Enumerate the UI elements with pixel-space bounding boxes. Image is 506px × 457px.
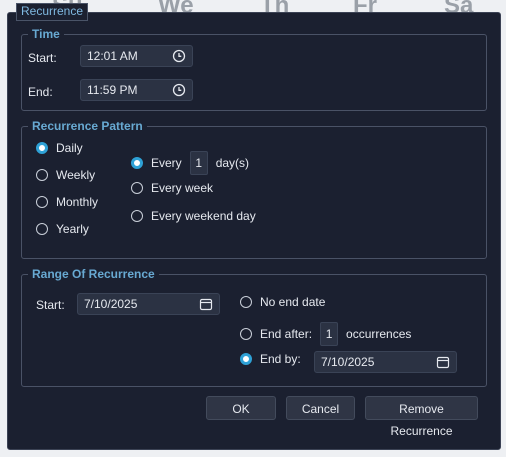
radio-end-by-circle[interactable]: [240, 353, 252, 365]
radio-weekly-circle[interactable]: [36, 169, 48, 181]
range-legend: Range Of Recurrence: [32, 267, 155, 281]
time-start-value: 12:01 AM: [87, 49, 138, 63]
radio-every-week[interactable]: Every week: [131, 181, 213, 195]
clock-icon[interactable]: [172, 49, 186, 63]
time-end-field[interactable]: 11:59 PM: [80, 79, 193, 101]
calendar-icon[interactable]: [199, 297, 213, 311]
radio-every-n-days[interactable]: Every 1 day(s): [131, 151, 249, 175]
every-days-input[interactable]: 1: [189, 151, 208, 175]
ok-button[interactable]: OK: [206, 396, 276, 420]
recurrence-dialog: Recurrence Time Start: 12:01 AM End: 11:…: [7, 3, 501, 450]
radio-every-weekend[interactable]: Every weekend day: [131, 209, 256, 223]
every-week-label: Every week: [151, 181, 214, 195]
dialog-title: Recurrence: [16, 3, 89, 21]
pattern-group: Recurrence Pattern: [21, 119, 487, 259]
radio-yearly-label: Yearly: [56, 222, 89, 236]
radio-yearly-circle[interactable]: [36, 223, 48, 235]
time-start-label: Start:: [28, 51, 57, 65]
clock-icon[interactable]: [172, 83, 186, 97]
radio-no-end-date[interactable]: No end date: [240, 295, 325, 309]
every-label: Every: [151, 156, 182, 170]
cancel-button[interactable]: Cancel: [286, 396, 355, 420]
end-by-date-field[interactable]: 7/10/2025: [314, 351, 457, 373]
calendar-icon[interactable]: [436, 355, 450, 369]
end-by-date-value: 7/10/2025: [321, 355, 375, 369]
radio-daily[interactable]: Daily: [36, 141, 83, 155]
time-legend: Time: [32, 27, 60, 41]
radio-every-n-days-circle[interactable]: [131, 157, 143, 169]
radio-every-weekend-circle[interactable]: [131, 210, 143, 222]
radio-every-week-circle[interactable]: [131, 182, 143, 194]
pattern-legend: Recurrence Pattern: [32, 119, 143, 133]
radio-monthly-circle[interactable]: [36, 196, 48, 208]
end-by-label: End by:: [260, 352, 301, 366]
end-after-label: End after:: [260, 327, 313, 341]
occurrences-label: occurrences: [346, 327, 412, 341]
radio-weekly-label: Weekly: [56, 168, 96, 182]
radio-monthly-label: Monthly: [56, 195, 99, 209]
radio-yearly[interactable]: Yearly: [36, 222, 89, 236]
radio-no-end-date-circle[interactable]: [240, 296, 252, 308]
radio-daily-circle[interactable]: [36, 142, 48, 154]
remove-recurrence-button[interactable]: Remove Recurrence: [365, 396, 478, 438]
radio-end-by[interactable]: End by:: [240, 352, 301, 366]
time-end-label: End:: [28, 85, 53, 99]
range-start-value: 7/10/2025: [84, 297, 138, 311]
range-start-label: Start:: [36, 298, 65, 312]
no-end-date-label: No end date: [260, 295, 326, 309]
end-after-input[interactable]: 1: [320, 322, 339, 346]
every-weekend-label: Every weekend day: [151, 209, 256, 223]
radio-end-after-circle[interactable]: [240, 328, 252, 340]
every-days-suffix: day(s): [215, 156, 250, 170]
radio-end-after[interactable]: End after: 1 occurrences: [240, 322, 411, 346]
time-end-value: 11:59 PM: [87, 83, 138, 97]
radio-monthly[interactable]: Monthly: [36, 195, 98, 209]
radio-daily-label: Daily: [56, 141, 83, 155]
range-start-field[interactable]: 7/10/2025: [77, 293, 220, 315]
time-start-field[interactable]: 12:01 AM: [80, 45, 193, 67]
radio-weekly[interactable]: Weekly: [36, 168, 95, 182]
